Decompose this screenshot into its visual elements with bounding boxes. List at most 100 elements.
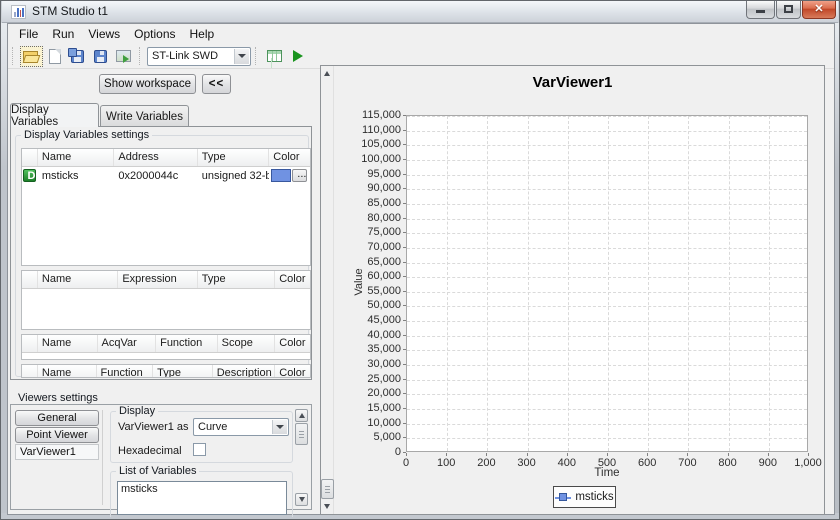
save-button[interactable] xyxy=(89,46,112,67)
acquisition-table-button[interactable] xyxy=(263,46,286,67)
x-tick-mark xyxy=(446,453,447,456)
color-picker-button[interactable]: ... xyxy=(292,169,307,182)
col-address[interactable]: Address xyxy=(114,149,197,166)
variables-listbox[interactable]: msticks xyxy=(117,481,287,515)
y-tick-label: 5,000 xyxy=(343,431,401,443)
maximize-button[interactable] xyxy=(776,1,801,19)
x-tick-mark xyxy=(808,453,809,456)
col-type[interactable]: Type xyxy=(153,365,213,378)
x-tick-mark xyxy=(647,453,648,456)
connection-dropdown-button[interactable] xyxy=(234,49,249,64)
menu-views[interactable]: Views xyxy=(81,25,127,43)
display-mode-dropdown-button[interactable] xyxy=(272,420,287,434)
y-tick-mark xyxy=(403,320,406,321)
col-expression[interactable]: Expression xyxy=(118,271,197,288)
minimize-icon xyxy=(756,10,765,13)
display-badge: D xyxy=(23,169,36,182)
x-tick-mark xyxy=(768,453,769,456)
export-image-button[interactable] xyxy=(112,46,135,67)
col-badge[interactable] xyxy=(22,149,38,166)
col-type[interactable]: Type xyxy=(198,149,270,166)
chart-scrollbar[interactable] xyxy=(321,66,334,514)
col-color[interactable]: Color xyxy=(275,271,310,288)
menu-file[interactable]: File xyxy=(12,25,45,43)
col-name[interactable]: Name xyxy=(38,335,98,352)
arrow-down-icon xyxy=(324,504,330,509)
col-scope[interactable]: Scope xyxy=(218,335,276,352)
save-all-button[interactable] xyxy=(66,46,89,67)
variable-item[interactable]: msticks xyxy=(121,483,283,495)
col-type[interactable]: Type xyxy=(198,271,275,288)
v-gridline xyxy=(608,116,609,451)
new-file-button[interactable] xyxy=(43,46,66,67)
y-tick-mark xyxy=(403,437,406,438)
minimize-button[interactable] xyxy=(746,1,775,19)
plot-area[interactable] xyxy=(406,115,808,452)
y-tick-mark xyxy=(403,393,406,394)
connection-select[interactable]: ST-Link SWD xyxy=(147,47,251,66)
v-gridline xyxy=(528,116,529,451)
chart-scroll-thumb[interactable] xyxy=(321,479,334,499)
scroll-up-button[interactable] xyxy=(295,409,308,422)
title-bar[interactable]: STM Studio t1 ✕ xyxy=(2,1,838,23)
v-gridline xyxy=(568,116,569,451)
col-color[interactable]: Color xyxy=(275,335,310,352)
hexadecimal-checkbox[interactable] xyxy=(193,443,206,456)
h-gridline xyxy=(407,380,807,381)
hexadecimal-label: Hexadecimal xyxy=(118,445,182,457)
h-gridline xyxy=(407,336,807,337)
h-gridline xyxy=(407,350,807,351)
h-gridline xyxy=(407,409,807,410)
col-name[interactable]: Name xyxy=(38,271,118,288)
display-mode-select[interactable]: Curve xyxy=(193,418,289,436)
y-tick-label: 105,000 xyxy=(343,138,401,150)
col-name[interactable]: Name xyxy=(38,365,97,378)
menu-options[interactable]: Options xyxy=(127,25,182,43)
x-tick-mark xyxy=(607,453,608,456)
x-tick-label: 1,000 xyxy=(783,457,825,469)
y-tick-label: 60,000 xyxy=(343,270,401,282)
table1-header: Name Address Type Color xyxy=(22,149,310,167)
viewer-item-point-viewer[interactable]: Point Viewer xyxy=(15,427,99,443)
viewer-item-general[interactable]: General xyxy=(15,410,99,426)
scroll-down-button[interactable] xyxy=(295,493,308,506)
menu-help[interactable]: Help xyxy=(183,25,222,43)
tab-display-variables[interactable]: Display Variables xyxy=(10,103,99,127)
viewers-settings-section: Viewers settings General Point Viewer Va… xyxy=(10,392,312,510)
col-color[interactable]: Color xyxy=(269,149,310,166)
h-gridline xyxy=(407,204,807,205)
col-badge[interactable] xyxy=(22,365,38,378)
col-function[interactable]: Function xyxy=(156,335,218,352)
start-button[interactable] xyxy=(286,46,309,67)
menu-run[interactable]: Run xyxy=(45,25,81,43)
col-badge[interactable] xyxy=(22,271,38,288)
col-badge[interactable] xyxy=(22,335,38,352)
y-tick-label: 55,000 xyxy=(343,285,401,297)
tab-write-variables[interactable]: Write Variables xyxy=(100,105,189,127)
col-acqvar[interactable]: AcqVar xyxy=(98,335,157,352)
v-gridline xyxy=(688,116,689,451)
table-row[interactable]: D msticks 0x2000044c unsigned 32-bit ... xyxy=(22,167,310,184)
close-button[interactable]: ✕ xyxy=(802,1,836,19)
h-gridline xyxy=(407,160,807,161)
open-workspace-button[interactable] xyxy=(20,46,43,67)
col-color[interactable]: Color xyxy=(275,365,310,378)
x-tick-mark xyxy=(687,453,688,456)
group-label: Display Variables settings xyxy=(21,129,152,141)
col-description[interactable]: Description xyxy=(213,365,276,378)
v-gridline xyxy=(487,116,488,451)
viewer-item-varviewer1[interactable]: VarViewer1 xyxy=(15,444,99,460)
viewers-scrollbar[interactable] xyxy=(295,409,308,506)
col-function[interactable]: Function xyxy=(97,365,154,378)
x-tick-mark xyxy=(406,453,407,456)
color-swatch[interactable] xyxy=(271,169,291,182)
viewer-list: General Point Viewer VarViewer1 xyxy=(15,410,103,505)
show-workspace-button[interactable]: Show workspace xyxy=(99,74,196,94)
col-name[interactable]: Name xyxy=(38,149,114,166)
v-gridline xyxy=(769,116,770,451)
h-gridline xyxy=(407,321,807,322)
collapse-panel-button[interactable]: << xyxy=(202,74,231,94)
y-tick-mark xyxy=(403,305,406,306)
save-all-icon xyxy=(71,50,84,63)
scroll-thumb[interactable] xyxy=(295,423,308,445)
